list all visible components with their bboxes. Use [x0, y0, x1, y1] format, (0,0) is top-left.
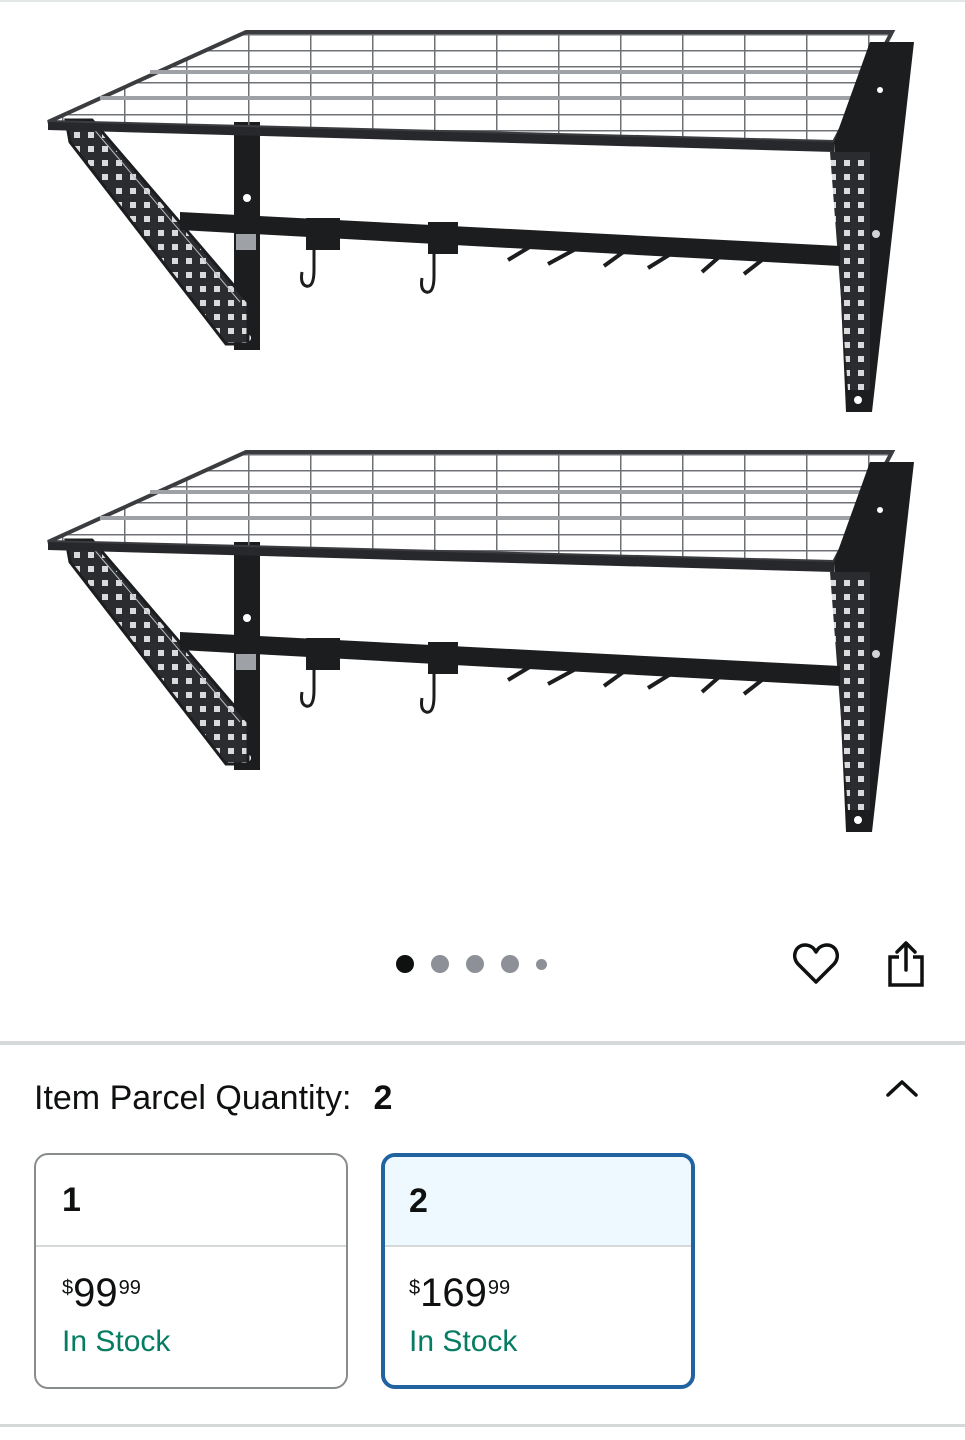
option-price: $ 169 99: [409, 1271, 691, 1317]
carousel-dot-3[interactable]: [466, 955, 484, 973]
option-price: $ 99 99: [62, 1271, 346, 1317]
chevron-up-icon: [886, 1080, 918, 1097]
variation-option-1[interactable]: 1 $ 99 99 In Stock: [34, 1153, 348, 1389]
carousel-dots[interactable]: [396, 951, 564, 977]
section-divider: [0, 1041, 965, 1045]
availability-status: In Stock: [62, 1325, 171, 1358]
variation-selected-value: 2: [373, 1078, 393, 1117]
variation-header: Item Parcel Quantity: 2: [34, 1074, 392, 1122]
option-title: 1: [36, 1155, 346, 1247]
availability-status: In Stock: [409, 1325, 518, 1358]
price-whole: 99: [73, 1271, 118, 1315]
share-icon: [888, 941, 924, 987]
collapse-variation-button[interactable]: [878, 1066, 926, 1110]
carousel-dot-4[interactable]: [501, 955, 519, 973]
wall-shelf-product-image: [46, 30, 916, 834]
price-symbol: $: [62, 1277, 74, 1299]
product-image-gallery[interactable]: [0, 2, 965, 920]
price-fraction: 99: [487, 1277, 511, 1299]
option-title: 2: [385, 1157, 691, 1247]
variation-label: Item Parcel Quantity:: [34, 1078, 352, 1117]
variation-option-2-selected[interactable]: 2 $ 169 99 In Stock: [381, 1153, 695, 1389]
price-fraction: 99: [118, 1277, 141, 1299]
carousel-dot-1[interactable]: [396, 955, 414, 973]
carousel-dot-5[interactable]: [536, 958, 547, 970]
share-button[interactable]: [880, 936, 932, 992]
bottom-divider: [0, 1424, 965, 1427]
heart-icon: [793, 943, 839, 984]
price-whole: 169: [420, 1271, 487, 1315]
price-symbol: $: [409, 1277, 421, 1299]
add-to-list-button[interactable]: [790, 938, 842, 990]
carousel-dot-2[interactable]: [431, 955, 449, 973]
